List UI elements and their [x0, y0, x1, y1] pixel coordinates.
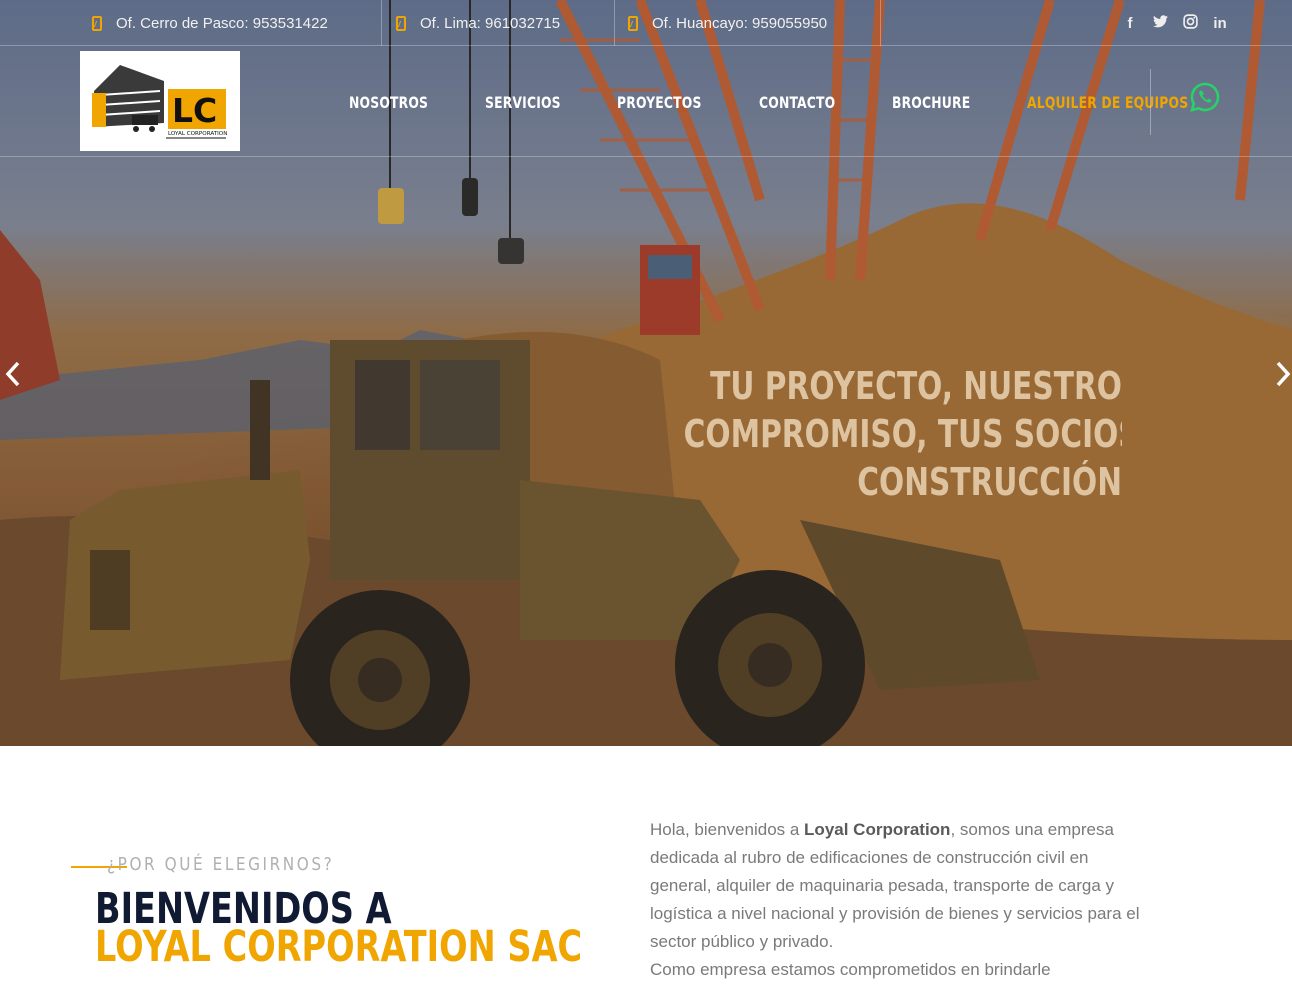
topbar-divider: [880, 0, 881, 46]
primary-menu: NOSOTROS SERVICIOS PROYECTOS CONTACTO BR…: [349, 47, 1259, 157]
social-links: f in: [1122, 0, 1228, 46]
nav-divider: [1150, 69, 1151, 135]
hero-caption: TU PROYECTO, NUESTRO COMPROMISO, TUS SOC…: [560, 362, 1122, 506]
logo-graphic: LC LOYAL CORPORATION: [92, 65, 227, 139]
contact-huancayo[interactable]: Of. Huancayo: 959055950: [628, 0, 827, 46]
chevron-left-icon: [5, 361, 20, 387]
company-logo[interactable]: LC LOYAL CORPORATION: [80, 51, 240, 151]
instagram-icon[interactable]: [1182, 13, 1198, 33]
nav-alquiler-de-equipos[interactable]: ALQUILER DE EQUIPOS: [1027, 93, 1188, 112]
chevron-right-icon: [1276, 361, 1291, 387]
phone-icon: [92, 15, 102, 31]
twitter-icon[interactable]: [1152, 14, 1168, 32]
section-kicker: ¿POR QUÉ ELEGIRNOS?: [107, 854, 335, 875]
intro-text: , somos una empresa dedicada al rubro de…: [650, 820, 1140, 951]
hero-caption-line: COMPROMISO, TUS SOCIOS EN LA: [683, 412, 1122, 456]
about-section: ¿POR QUÉ ELEGIRNOS? BIENVENIDOS A LOYAL …: [0, 746, 1292, 987]
nav-servicios[interactable]: SERVICIOS: [485, 93, 561, 112]
intro-text-second: Como empresa estamos comprometidos en br…: [650, 960, 1051, 979]
linkedin-icon[interactable]: in: [1212, 15, 1228, 32]
nav-nosotros[interactable]: NOSOTROS: [349, 93, 428, 112]
contact-label: Of. Cerro de Pasco: 953531422: [116, 14, 328, 32]
contact-cerro-de-pasco[interactable]: Of. Cerro de Pasco: 953531422: [92, 0, 328, 46]
logo-wordmark: LOYAL CORPORATION: [168, 131, 227, 137]
logo-monogram: LC: [172, 91, 217, 130]
slider-next-arrow[interactable]: [1274, 360, 1292, 396]
hero-slider: Of. Cerro de Pasco: 953531422 Of. Lima: …: [0, 0, 1292, 746]
contact-label: Of. Lima: 961032715: [420, 14, 561, 32]
contact-label: Of. Huancayo: 959055950: [652, 14, 828, 32]
hero-caption-line: CONSTRUCCIÓN: [857, 460, 1122, 504]
phone-icon: [628, 15, 638, 31]
top-contact-bar: Of. Cerro de Pasco: 953531422 Of. Lima: …: [0, 0, 1292, 46]
topbar-divider: [381, 0, 382, 46]
main-navbar: LC LOYAL CORPORATION NOSOTROS SERVICIOS …: [0, 47, 1292, 157]
nav-brochure[interactable]: BROCHURE: [892, 93, 970, 112]
contact-lima[interactable]: Of. Lima: 961032715: [396, 0, 560, 46]
intro-text: Hola, bienvenidos a: [650, 820, 805, 839]
section-title-line2: LOYAL CORPORATION SAC: [95, 922, 583, 972]
slider-prev-arrow[interactable]: [4, 360, 22, 396]
whatsapp-icon[interactable]: [1189, 81, 1221, 113]
topbar-divider: [614, 0, 615, 46]
nav-contacto[interactable]: CONTACTO: [759, 93, 835, 112]
intro-brand-name: Loyal Corporation: [804, 820, 951, 839]
phone-icon: [396, 15, 406, 31]
intro-paragraph: Hola, bienvenidos a Loyal Corporation, s…: [650, 816, 1150, 984]
facebook-icon[interactable]: f: [1122, 15, 1138, 32]
hero-caption-line: TU PROYECTO, NUESTRO: [710, 364, 1122, 408]
nav-proyectos[interactable]: PROYECTOS: [617, 93, 702, 112]
